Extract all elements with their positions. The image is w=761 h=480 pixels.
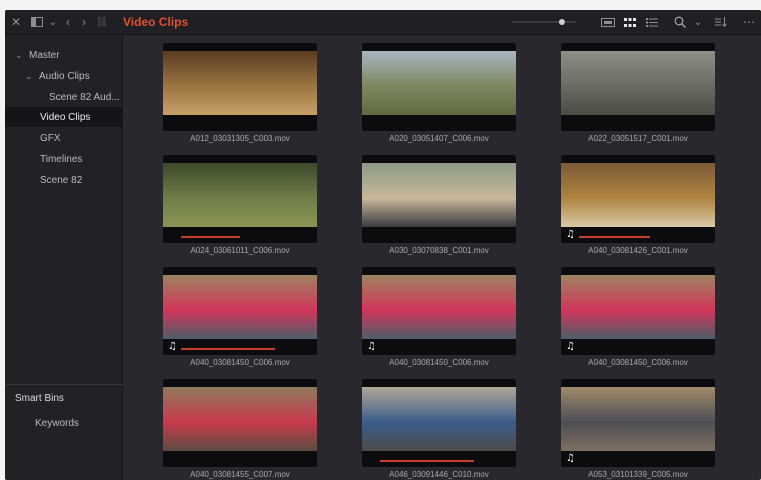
clip-frame[interactable] [163, 43, 317, 131]
chevron-down-icon[interactable]: ⌄ [25, 71, 33, 82]
clip-preview-image [163, 163, 317, 227]
link-icon[interactable]: ⛓ [91, 10, 113, 35]
bin-label: Audio Clips [39, 70, 90, 82]
forward-icon[interactable]: › [77, 10, 91, 35]
clip-thumbnail[interactable]: A024_03061011_C006.mov [163, 155, 317, 255]
clip-thumbnail-grid: A012_03031305_C003.mov A020_03051407_C006… [123, 35, 761, 480]
bin-label: Scene 82 Aud... [49, 91, 120, 103]
smart-bins-heading: Smart Bins [15, 393, 64, 404]
audio-note-icon: ♫ [566, 341, 575, 352]
chevron-down-icon[interactable]: ⌄ [691, 10, 705, 35]
audio-note-icon: ♫ [566, 229, 575, 240]
bin-list: ⌄ Master ⌄ Audio Clips Scene 82 Aud... V… [5, 35, 123, 480]
clip-frame[interactable] [362, 155, 516, 243]
clip-name: A030_03070838_C001.mov [389, 246, 489, 255]
media-pool-window: ✕ ⌄ ‹ › ⛓ Video Clips ⌄ ⋯ ⌄ Master ⌄ Aud… [5, 10, 761, 480]
clip-name: A040_03081450_C006.mov [190, 358, 290, 367]
bin-gfx[interactable]: GFX [5, 128, 123, 148]
clip-name: A040_03081450_C006.mov [588, 358, 688, 367]
clip-thumbnail[interactable]: A012_03031305_C003.mov [163, 43, 317, 143]
more-icon[interactable]: ⋯ [737, 10, 761, 35]
list-view-icon[interactable] [641, 10, 663, 35]
clip-preview-image [561, 163, 715, 227]
search-icon[interactable] [669, 10, 691, 35]
clip-thumbnail[interactable]: ♫ A040_03081450_C006.mov [163, 267, 317, 367]
clip-name: A040_03081455_C007.mov [190, 470, 290, 479]
clip-frame[interactable]: ♫ [163, 267, 317, 355]
clip-preview-image [163, 275, 317, 339]
clip-frame[interactable]: ♫ [362, 267, 516, 355]
clip-name: A040_03081426_C001.mov [588, 246, 688, 255]
clip-preview-image [362, 387, 516, 451]
clip-name: A020_03051407_C006.mov [389, 134, 489, 143]
clip-name: A012_03031305_C003.mov [190, 134, 290, 143]
thumbnail-view-icon[interactable] [619, 10, 641, 35]
clip-frame[interactable] [163, 379, 317, 467]
clip-name: A024_03061011_C006.mov [190, 246, 290, 255]
clip-name: A053_03101339_C005.mov [588, 470, 688, 479]
filmstrip-view-icon[interactable] [597, 10, 619, 35]
audio-note-icon: ♫ [367, 341, 376, 352]
bin-label: Master [29, 49, 60, 61]
clip-thumbnail[interactable]: A040_03081455_C007.mov [163, 379, 317, 479]
clip-preview-image [362, 163, 516, 227]
clip-usage-bar [181, 348, 275, 350]
clip-thumbnail[interactable]: ♫ A040_03081450_C006.mov [561, 267, 715, 367]
clip-preview-image [362, 275, 516, 339]
bin-scene-82[interactable]: Scene 82 [5, 170, 123, 190]
bin-label: Scene 82 [40, 174, 83, 186]
clip-name: A040_03081450_C006.mov [389, 358, 489, 367]
clip-frame[interactable]: ♫ [561, 379, 715, 467]
bin-video-clips[interactable]: Video Clips [5, 107, 123, 127]
clip-frame[interactable] [362, 379, 516, 467]
clip-thumbnail[interactable]: A030_03070838_C001.mov [362, 155, 516, 255]
clip-preview-image [362, 51, 516, 115]
clip-frame[interactable] [561, 43, 715, 131]
clip-thumbnail[interactable]: A022_03051517_C001.mov [561, 43, 715, 143]
bin-label: GFX [40, 132, 61, 144]
bin-scene-82-audio[interactable]: Scene 82 Aud... [5, 87, 123, 107]
bin-master[interactable]: ⌄ Master [5, 45, 123, 65]
clip-name: A046_03091446_C010.mov [389, 470, 489, 479]
clip-name: A022_03051517_C001.mov [588, 134, 688, 143]
smart-bin-keywords[interactable]: Keywords [35, 418, 79, 429]
sort-icon[interactable] [709, 10, 733, 35]
audio-note-icon: ♫ [168, 341, 177, 352]
clip-thumbnail[interactable]: A020_03051407_C006.mov [362, 43, 516, 143]
clip-thumbnail[interactable]: ♫ A040_03081450_C006.mov [362, 267, 516, 367]
panel-layout-icon[interactable] [27, 10, 47, 35]
clip-usage-bar [380, 460, 474, 462]
chevron-down-icon[interactable]: ⌄ [15, 50, 23, 61]
zoom-slider[interactable] [509, 10, 579, 35]
clip-usage-bar [579, 236, 650, 238]
clip-preview-image [163, 51, 317, 115]
clip-preview-image [561, 387, 715, 451]
bin-label: Timelines [40, 153, 83, 165]
clip-preview-image [163, 387, 317, 451]
clip-thumbnail[interactable]: ♫ A040_03081426_C001.mov [561, 155, 715, 255]
clip-preview-image [561, 51, 715, 115]
clip-preview-image [561, 275, 715, 339]
smart-bins-section: Smart Bins Keywords [5, 384, 123, 480]
clip-thumbnail[interactable]: A046_03091446_C010.mov [362, 379, 516, 479]
chevron-down-icon[interactable]: ⌄ [47, 10, 59, 35]
bin-label: Video Clips [40, 111, 91, 123]
bin-audio-clips[interactable]: ⌄ Audio Clips [5, 66, 123, 86]
media-pool-toolbar: ✕ ⌄ ‹ › ⛓ Video Clips ⌄ ⋯ [5, 10, 761, 35]
clip-thumbnail[interactable]: ♫ A053_03101339_C005.mov [561, 379, 715, 479]
bin-title: Video Clips [123, 15, 189, 29]
close-icon[interactable]: ✕ [5, 10, 27, 35]
clip-frame[interactable]: ♫ [561, 155, 715, 243]
clip-frame[interactable] [163, 155, 317, 243]
clip-usage-bar [181, 236, 240, 238]
back-icon[interactable]: ‹ [59, 10, 77, 35]
clip-frame[interactable]: ♫ [561, 267, 715, 355]
audio-note-icon: ♫ [566, 453, 575, 464]
bin-timelines[interactable]: Timelines [5, 149, 123, 169]
clip-frame[interactable] [362, 43, 516, 131]
